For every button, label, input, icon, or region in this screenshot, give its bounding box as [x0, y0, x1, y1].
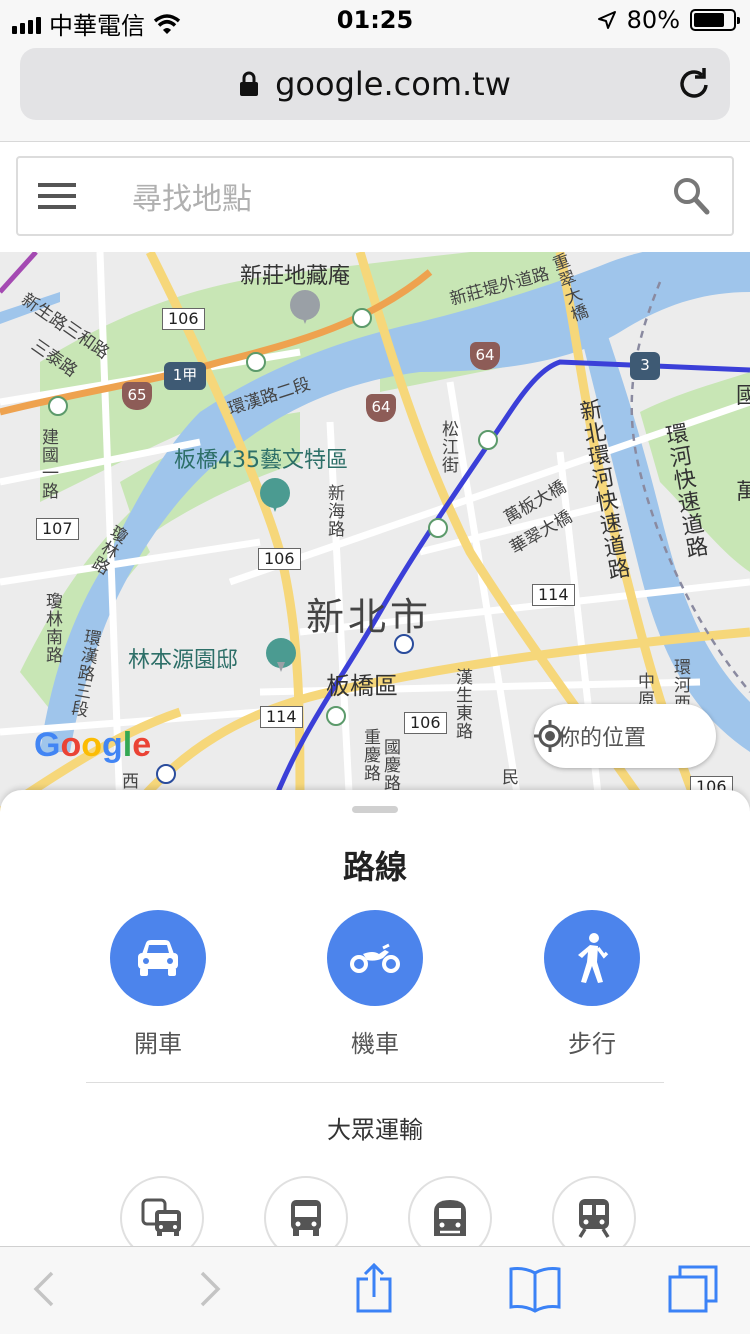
map-label-xi: 西 [118, 772, 138, 790]
train-icon [578, 1199, 610, 1238]
highway-shield-65: 65 [122, 382, 152, 410]
castle-pin-icon[interactable] [266, 638, 296, 672]
map-label-lin-garden[interactable]: 林本源園邸 [128, 642, 238, 674]
back-icon[interactable] [32, 1269, 56, 1309]
search-icon[interactable] [672, 176, 710, 216]
map-label-guo: 國 [736, 384, 750, 409]
drive-button[interactable] [110, 910, 206, 1006]
road-shield-106: 106 [258, 548, 301, 570]
road-shield-114: 114 [260, 706, 303, 728]
art-palette-pin-icon[interactable] [260, 478, 290, 512]
highway-shield-64: 64 [366, 394, 396, 422]
status-right: 80% [597, 6, 740, 34]
divider [86, 1082, 664, 1083]
map-label-xinhai-rd: 新海路 [324, 484, 344, 538]
lock-icon [240, 71, 259, 96]
mrt-station-icon[interactable] [478, 430, 498, 450]
train-station-icon[interactable] [394, 634, 414, 654]
map-view[interactable]: 新莊地藏庵 新生路 三和路 三泰路 環漢路二段 新莊堤外道路 重翠大橋 建國一路… [0, 252, 750, 812]
walk-label: 步行 [568, 1030, 616, 1058]
car-icon [138, 940, 178, 976]
bus-icon [291, 1200, 321, 1236]
train-station-icon[interactable] [156, 764, 176, 784]
map-label-banqiao-435[interactable]: 板橋435藝文特區 [174, 442, 348, 474]
battery-icon [690, 9, 740, 31]
road-shield-106: 106 [162, 308, 205, 330]
mrt-station-icon[interactable] [48, 396, 68, 416]
mrt-station-icon[interactable] [326, 706, 346, 726]
location-arrow-icon [597, 11, 616, 29]
drive-label: 開車 [134, 1030, 182, 1058]
map-label-wan: 萬 [736, 480, 750, 505]
my-location-button[interactable]: 你的位置 [534, 704, 716, 768]
highway-shield-64: 64 [470, 342, 500, 370]
map-label-min: 民 [498, 768, 518, 786]
map-label-guoqing-rd: 國慶路 [380, 738, 400, 792]
bookmarks-icon[interactable] [508, 1265, 562, 1313]
mrt-station-icon[interactable] [352, 308, 372, 328]
motorcycle-label: 機車 [351, 1030, 399, 1058]
motorcycle-icon [350, 943, 400, 973]
mode-walk[interactable]: 步行 [544, 910, 640, 1059]
road-shield-106: 106 [404, 712, 447, 734]
mrt-station-icon[interactable] [428, 518, 448, 538]
search-row: 尋找地點 [0, 142, 750, 252]
mode-drive[interactable]: 開車 [110, 910, 206, 1059]
tabs-icon[interactable] [666, 1265, 720, 1315]
hamburger-menu-icon[interactable] [38, 183, 76, 209]
browser-toolbar [0, 1246, 750, 1334]
url-text: google.com.tw [275, 65, 511, 103]
sheet-title: 路線 [342, 848, 407, 886]
battery-percent: 80% [626, 6, 680, 34]
map-label-songjiang-st: 松江街 [438, 420, 458, 474]
status-bar: 中華電信 01:25 80% [0, 0, 750, 42]
sheet-drag-handle[interactable] [352, 806, 398, 813]
crosshair-icon [534, 720, 566, 752]
browser-chrome: google.com.tw [0, 42, 750, 142]
reload-icon[interactable] [678, 66, 712, 102]
highway-shield-3: 3 [630, 352, 660, 380]
road-shield-107: 107 [36, 518, 79, 540]
my-location-label: 你的位置 [558, 726, 647, 751]
walking-icon [578, 933, 609, 983]
transit-title: 大眾運輸 [327, 1116, 423, 1144]
map-label-jianguo-rd: 建國一路 [38, 428, 58, 500]
search-box[interactable]: 尋找地點 [16, 156, 734, 236]
road-shield-114: 114 [532, 584, 575, 606]
directions-sheet: 路線 開車 機車 步行 大眾運輸 [0, 790, 750, 1260]
map-label-city[interactable]: 新北市 [306, 586, 432, 641]
temple-pin-icon[interactable] [290, 290, 320, 324]
share-icon[interactable] [354, 1263, 394, 1315]
highway-shield-1jia: 1甲 [164, 362, 206, 390]
page: 中華電信 01:25 80% google.com.tw 尋找地點 新莊地藏庵 … [0, 0, 750, 1334]
subway-icon [434, 1200, 466, 1236]
google-logo: Google [34, 726, 152, 764]
map-label-xinzhuang-dizang[interactable]: 新莊地藏庵 [240, 258, 350, 290]
walk-button[interactable] [544, 910, 640, 1006]
transit-mixed-icon [141, 1198, 181, 1236]
address-bar[interactable]: google.com.tw [20, 48, 730, 120]
forward-icon[interactable] [198, 1269, 222, 1309]
map-label-lin-rd2: 瓊林南路 [42, 592, 62, 664]
map-label-hansheng-e: 漢生東路 [452, 668, 472, 740]
mrt-station-icon[interactable] [246, 352, 266, 372]
map-label-district[interactable]: 板橋區 [326, 666, 398, 701]
search-input[interactable]: 尋找地點 [132, 174, 252, 218]
motorcycle-button[interactable] [327, 910, 423, 1006]
mode-motorcycle[interactable]: 機車 [327, 910, 423, 1059]
